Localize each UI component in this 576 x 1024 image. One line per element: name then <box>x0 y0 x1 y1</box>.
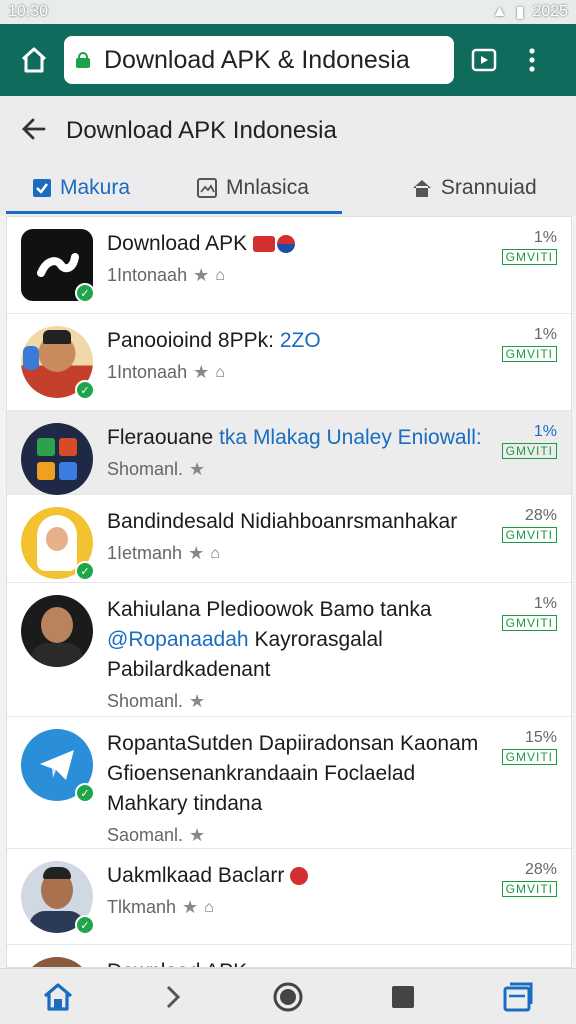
verified-icon: ✓ <box>75 783 95 803</box>
tab-bar: Makura Mnlasica Srannuiad <box>0 160 576 216</box>
app-name: Download APK <box>107 957 557 967</box>
image-icon <box>197 178 218 198</box>
star-icon: ★ <box>189 459 206 479</box>
avatar <box>21 595 93 667</box>
avatar <box>21 957 93 967</box>
forward-icon[interactable] <box>149 973 197 1021</box>
app-icon <box>21 423 93 495</box>
status-time: 10:30 <box>8 3 49 20</box>
app-icon: ✓ <box>21 229 95 303</box>
app-size: 1% <box>533 326 557 343</box>
tab-label: Mnlasica <box>226 176 309 199</box>
house-icon <box>412 180 431 197</box>
star-icon: ★ <box>189 825 206 845</box>
app-name-line2: Gfioensenankrandaain Foclaelad <box>107 762 416 785</box>
star-icon: ★ <box>189 691 206 711</box>
app-meta: 1Intonaah ★ ⌂ <box>107 362 225 382</box>
status-icons: ▲ ▮ 2025 <box>492 2 568 22</box>
checkbox-icon <box>33 179 51 197</box>
status-badge: GMVITI <box>501 527 557 543</box>
tab-label: Srannuiad <box>440 176 537 199</box>
app-meta: 1Intonaah ★ ⌂ <box>107 265 225 285</box>
app-name: Bandindesald Nidiahboanrsmanhakar <box>107 510 458 533</box>
list-item[interactable]: Download APK <box>7 945 571 967</box>
app-name: RopantaSutden Dapiiradonsan Kaonam <box>107 732 479 755</box>
app-size: 1% <box>533 423 557 440</box>
tab-indicator <box>6 211 342 214</box>
home-icon[interactable] <box>10 36 58 84</box>
app-size: 15% <box>524 729 557 746</box>
list-item[interactable]: Fleraouane tka Mlakag Unaley Eniowall: S… <box>7 411 571 495</box>
app-meta: Shomanl. ★ <box>107 691 206 711</box>
tab-mnlasica[interactable]: Mnlasica <box>196 160 309 216</box>
verified-icon: ✓ <box>75 283 95 303</box>
star-icon: ★ <box>193 362 210 382</box>
app-icon: ✓ <box>21 729 95 803</box>
app-meta: Saomanl. ★ <box>107 825 206 845</box>
app-name: Fleraouane tka Mlakag Unaley Eniowall: <box>107 426 482 449</box>
list-item[interactable]: ✓ Uakmlkaad Baclarr Tlkmanh ★ ⌂ 28% GMVITI <box>7 849 571 945</box>
battery-icon: ▮ <box>515 4 525 21</box>
tab-switcher-icon[interactable] <box>460 36 508 84</box>
avatar: ✓ <box>21 507 95 581</box>
star-icon: ★ <box>193 265 210 285</box>
status-badge: GMVITI <box>501 443 557 459</box>
list-item[interactable]: ✓ Bandindesald Nidiahboanrsmanhakar 1Iet… <box>7 495 571 583</box>
app-name: Panooioind 8PPk: 2ZO <box>107 329 321 352</box>
app-name: Kahiulana Pledioowok Bamo tanka <box>107 598 432 621</box>
status-badge: GMVITI <box>501 249 557 265</box>
app-name-line3: Pabilardkadenant <box>107 658 271 681</box>
app-meta: 1Ietmanh ★ ⌂ <box>107 543 220 563</box>
status-badge: GMVITI <box>501 749 557 765</box>
avatar: ✓ <box>21 326 95 400</box>
avatar: ✓ <box>21 861 95 935</box>
url-bar[interactable]: Download APK & Indonesia <box>64 36 454 84</box>
home-icon[interactable] <box>34 973 82 1021</box>
app-list[interactable]: ✓ Download APK 1Intonaah ★ ⌂ 1% GMVITI ✓ P… <box>6 216 572 968</box>
verified-icon: ✓ <box>75 915 95 935</box>
app-meta: Shomanl. ★ <box>107 459 206 479</box>
tab-label: Makura <box>60 176 131 199</box>
app-size: 28% <box>524 507 557 524</box>
status-bar: 10:30 ▲ ▮ 2025 <box>0 0 576 24</box>
house-icon: ⌂ <box>204 898 214 916</box>
status-badge: GMVITI <box>501 881 557 897</box>
list-item[interactable]: ✓ Panooioind 8PPk: 2ZO 1Intonaah ★ ⌂ 1% GM… <box>7 314 571 411</box>
app-size: 28% <box>524 861 557 878</box>
verified-icon: ✓ <box>75 380 95 400</box>
wifi-icon: ▲ <box>491 3 508 20</box>
tab-srannuiad[interactable]: Srannuiad <box>411 160 537 216</box>
list-item[interactable]: ✓ Download APK 1Intonaah ★ ⌂ 1% GMVITI <box>7 217 571 314</box>
page-header: Download APK Indonesia <box>0 96 576 166</box>
browser-toolbar: Download APK & Indonesia <box>0 24 576 96</box>
verified-icon: ✓ <box>75 561 95 581</box>
star-icon: ★ <box>188 543 205 563</box>
list-item[interactable]: ✓ RopantaSutden Dapiiradonsan Kaonam Gfi… <box>7 717 571 849</box>
status-badge: GMVITI <box>501 346 557 362</box>
menu-dots-icon[interactable] <box>508 36 556 84</box>
list-item[interactable]: Kahiulana Pledioowok Bamo tanka @Ropanaa… <box>7 583 571 717</box>
tabs-icon[interactable] <box>494 973 542 1021</box>
app-name: Uakmlkaad Baclarr <box>107 861 495 891</box>
home-circle-icon[interactable] <box>264 973 312 1021</box>
app-name-line2: @Ropanaadah Kayrorasgalal <box>107 628 383 651</box>
app-name-line3: Mahkary tindana <box>107 792 263 815</box>
tab-makura[interactable]: Makura <box>32 160 130 216</box>
status-year: 2025 <box>532 3 568 20</box>
star-icon: ★ <box>182 897 199 917</box>
app-size: 1% <box>533 229 557 246</box>
status-badge: GMVITI <box>501 615 557 631</box>
app-size: 1% <box>533 595 557 612</box>
house-icon: ⌂ <box>215 266 225 284</box>
back-arrow-icon[interactable] <box>20 115 48 148</box>
house-icon: ⌂ <box>210 544 220 562</box>
app-meta: Tlkmanh ★ ⌂ <box>107 897 214 917</box>
url-text: Download APK & Indonesia <box>104 45 410 74</box>
house-icon: ⌂ <box>215 363 225 381</box>
lock-icon <box>76 52 90 68</box>
app-name: Download APK <box>107 229 495 259</box>
page-title: Download APK Indonesia <box>66 117 337 144</box>
stop-icon[interactable] <box>379 973 427 1021</box>
bottom-nav <box>0 968 576 1024</box>
